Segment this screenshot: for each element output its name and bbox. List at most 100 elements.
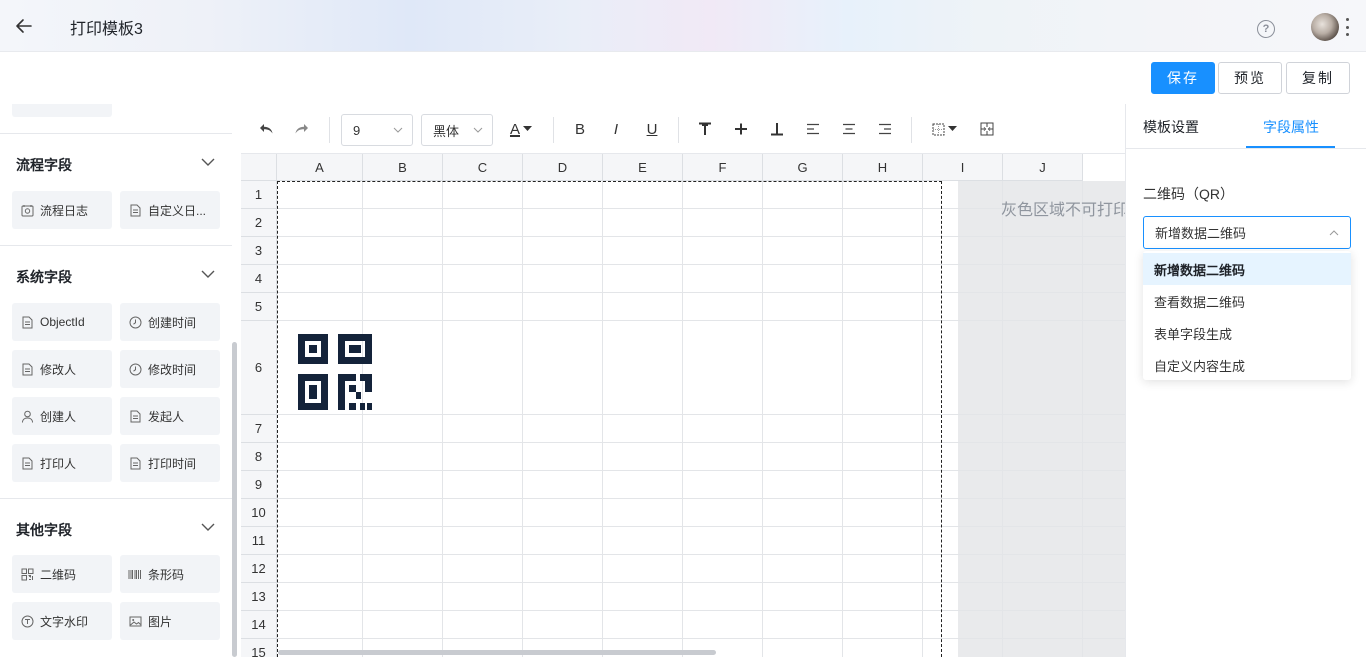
row-header[interactable]: 11: [241, 527, 277, 555]
column-header[interactable]: F: [683, 154, 763, 181]
column-header[interactable]: C: [443, 154, 523, 181]
field-image[interactable]: 图片: [120, 602, 220, 640]
tab-template-settings[interactable]: 模板设置: [1143, 104, 1199, 149]
undo-icon[interactable]: [255, 104, 279, 154]
preview-button[interactable]: 预览: [1218, 62, 1282, 94]
italic-icon[interactable]: I: [604, 104, 628, 154]
grid-line: [762, 181, 763, 657]
column-header[interactable]: I: [923, 154, 1003, 181]
field-objectid[interactable]: ObjectId: [12, 303, 112, 341]
row-header[interactable]: 9: [241, 471, 277, 499]
font-color-button[interactable]: A: [505, 104, 537, 154]
column-header[interactable]: G: [763, 154, 843, 181]
chevron-down-icon[interactable]: [200, 154, 216, 170]
tab-field-properties[interactable]: 字段属性: [1263, 104, 1319, 149]
column-header[interactable]: B: [363, 154, 443, 181]
field-initiator[interactable]: 发起人: [120, 397, 220, 435]
row-header[interactable]: 12: [241, 555, 277, 583]
row-header[interactable]: 8: [241, 443, 277, 471]
field-creator[interactable]: 创建人: [12, 397, 112, 435]
row-header[interactable]: 7: [241, 415, 277, 443]
row-header[interactable]: 15: [241, 639, 277, 657]
underline-icon[interactable]: U: [640, 104, 664, 154]
log-icon: [20, 203, 34, 217]
chevron-down-icon: [393, 127, 403, 133]
font-size-select[interactable]: 9: [341, 114, 413, 146]
merge-cells-icon[interactable]: [975, 104, 999, 154]
align-right-icon[interactable]: [873, 104, 897, 154]
field-modified-time[interactable]: 修改时间: [120, 350, 220, 388]
dropdown-option[interactable]: 自定义内容生成: [1143, 349, 1351, 381]
field-label: ObjectId: [40, 315, 85, 329]
help-icon[interactable]: ?: [1257, 20, 1275, 38]
field-printer[interactable]: 打印人: [12, 444, 112, 482]
save-button[interactable]: 保存: [1151, 62, 1215, 94]
border-button[interactable]: [927, 104, 961, 154]
align-middle-icon[interactable]: [729, 104, 753, 154]
dropdown-option[interactable]: 查看数据二维码: [1143, 285, 1351, 317]
font-family-value: 黑体: [433, 123, 460, 139]
qrcode-type-select[interactable]: 新增数据二维码: [1143, 216, 1351, 249]
align-bottom-icon[interactable]: [765, 104, 789, 154]
list-item[interactable]: [12, 104, 112, 117]
active-tab-indicator: [1246, 146, 1335, 148]
column-header[interactable]: J: [1003, 154, 1083, 181]
align-center-icon[interactable]: [837, 104, 861, 154]
column-header[interactable]: H: [843, 154, 923, 181]
dropdown-option[interactable]: 新增数据二维码: [1143, 253, 1351, 285]
row-header[interactable]: 6: [241, 321, 277, 415]
sheet-grid[interactable]: A B C D E F G H I J 1 2 3 4 5 6 7 8 9 10 11 12 13 14 15 灰色区域不可打印: [241, 154, 1125, 657]
grid-line: [277, 498, 1125, 499]
row-header[interactable]: 14: [241, 611, 277, 639]
row-header[interactable]: 4: [241, 265, 277, 293]
avatar[interactable]: [1311, 13, 1339, 41]
chevron-down-icon: [473, 127, 483, 133]
document-icon: [128, 409, 142, 423]
field-modifier[interactable]: 修改人: [12, 350, 112, 388]
border-icon: [932, 123, 944, 135]
chevron-down-icon[interactable]: [200, 266, 216, 282]
column-header[interactable]: E: [603, 154, 683, 181]
chevron-down-icon[interactable]: [200, 519, 216, 535]
bold-icon[interactable]: B: [568, 104, 592, 154]
chevron-up-icon: [1329, 230, 1339, 236]
field-label: 二维码: [40, 567, 77, 582]
row-header[interactable]: 2: [241, 209, 277, 237]
field-qrcode[interactable]: 二维码: [12, 555, 112, 593]
document-icon: [20, 456, 34, 470]
qrcode-icon[interactable]: [298, 334, 374, 410]
row-header[interactable]: 3: [241, 237, 277, 265]
row-header[interactable]: 5: [241, 293, 277, 321]
redo-icon[interactable]: [289, 104, 313, 154]
more-icon[interactable]: [1346, 18, 1350, 36]
grid-line: [442, 181, 443, 657]
font-family-select[interactable]: 黑体: [421, 114, 493, 146]
field-custom-log[interactable]: 自定义日...: [120, 191, 220, 229]
row-header[interactable]: 13: [241, 583, 277, 611]
field-process-log[interactable]: 流程日志: [12, 191, 112, 229]
field-created-time[interactable]: 创建时间: [120, 303, 220, 341]
dropdown-option[interactable]: 表单字段生成: [1143, 317, 1351, 349]
divider: [0, 133, 232, 134]
copy-button[interactable]: 复制: [1286, 62, 1350, 94]
nonprint-area: [958, 181, 1125, 657]
sheet-scrollbar[interactable]: [278, 650, 716, 655]
sidebar-scrollbar[interactable]: [232, 342, 237, 657]
row-header[interactable]: 1: [241, 181, 277, 209]
sheet-corner[interactable]: [241, 154, 277, 181]
watermark-icon: [20, 614, 34, 628]
grid-line: [602, 181, 603, 657]
divider: [329, 117, 330, 143]
column-header[interactable]: A: [277, 154, 363, 181]
field-barcode[interactable]: 条形码: [120, 555, 220, 593]
image-icon: [128, 614, 142, 628]
section-title-other: 其他字段: [16, 522, 72, 538]
back-arrow-icon[interactable]: [12, 14, 36, 38]
align-top-icon[interactable]: [693, 104, 717, 154]
row-header[interactable]: 10: [241, 499, 277, 527]
align-left-icon[interactable]: [801, 104, 825, 154]
field-print-time[interactable]: 打印时间: [120, 444, 220, 482]
column-header[interactable]: D: [523, 154, 603, 181]
qrcode-type-dropdown: 新增数据二维码 查看数据二维码 表单字段生成 自定义内容生成: [1143, 251, 1351, 380]
field-text-watermark[interactable]: 文字水印: [12, 602, 112, 640]
